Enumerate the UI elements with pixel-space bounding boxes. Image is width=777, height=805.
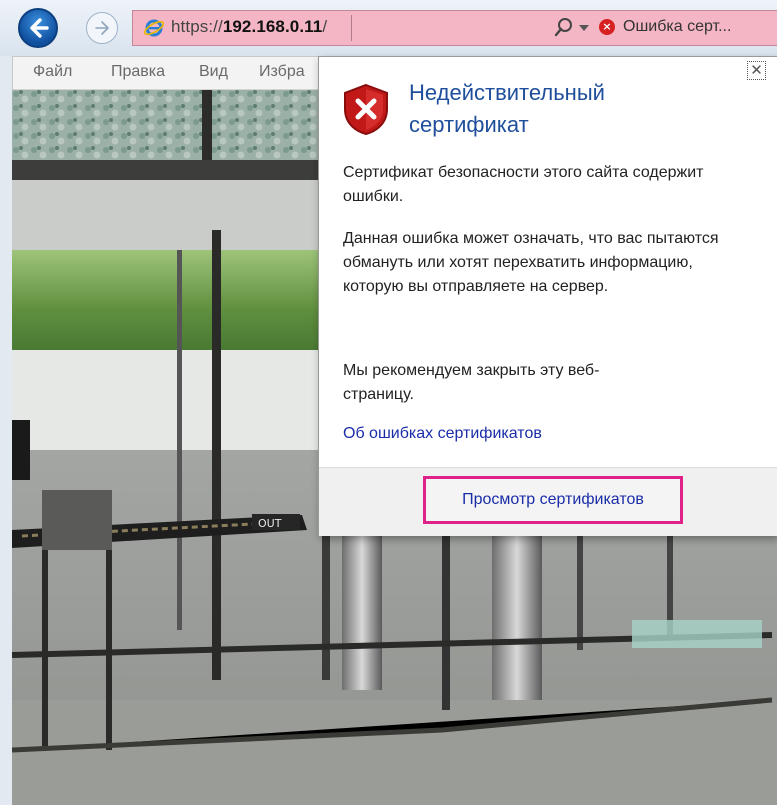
out-sign: OUT bbox=[258, 517, 282, 530]
close-button[interactable]: ✕ bbox=[747, 61, 766, 80]
menu-favorites[interactable]: Избра bbox=[259, 63, 305, 81]
popup-title-line1: Недействительный bbox=[409, 80, 605, 105]
menu-edit[interactable]: Правка bbox=[111, 63, 165, 81]
popup-paragraph-3: Мы рекомендуем закрыть эту веб-страницу. bbox=[343, 362, 600, 403]
view-certificates-button[interactable]: Просмотр сертификатов bbox=[423, 476, 683, 524]
arrow-right-icon bbox=[95, 21, 109, 35]
close-icon: ✕ bbox=[750, 61, 763, 79]
arrow-left-icon bbox=[30, 18, 49, 38]
about-certificate-errors-link[interactable]: Об ошибках сертификатов bbox=[343, 425, 542, 443]
popup-paragraph-2: Данная ошибка может означать, что вас пы… bbox=[343, 230, 719, 295]
url-path: / bbox=[322, 17, 328, 36]
shield-error-icon bbox=[344, 83, 388, 135]
error-x-icon[interactable]: × bbox=[599, 19, 615, 35]
popup-title: Недействительный сертификат bbox=[409, 77, 709, 141]
popup-paragraph-1: Сертификат безопасности этого сайта соде… bbox=[343, 164, 704, 205]
internet-explorer-icon bbox=[143, 19, 165, 37]
url-host: 192.168.0.11 bbox=[222, 17, 323, 36]
url-divider bbox=[351, 15, 352, 41]
url-scheme: https:// bbox=[171, 17, 223, 36]
url-field[interactable]: https://192.168.0.11/ × Ошибка серт... bbox=[132, 10, 777, 46]
chevron-down-icon[interactable] bbox=[579, 25, 589, 31]
back-button[interactable] bbox=[18, 8, 58, 48]
menu-view[interactable]: Вид bbox=[199, 63, 228, 81]
popup-title-line2: сертификат bbox=[409, 112, 529, 137]
certificate-error-label[interactable]: Ошибка серт... bbox=[623, 18, 731, 36]
forward-button[interactable] bbox=[86, 12, 118, 44]
window-frame-left bbox=[0, 56, 12, 805]
search-icon[interactable] bbox=[553, 16, 575, 40]
popup-footer: Просмотр сертификатов bbox=[319, 467, 777, 536]
url-text: https://192.168.0.11/ bbox=[171, 17, 327, 37]
address-bar-area: https://192.168.0.11/ × Ошибка серт... bbox=[0, 0, 777, 56]
certificate-error-popup: ✕ Недействительный сертификат Сертификат… bbox=[318, 56, 777, 536]
menu-file[interactable]: Файл bbox=[33, 63, 72, 81]
